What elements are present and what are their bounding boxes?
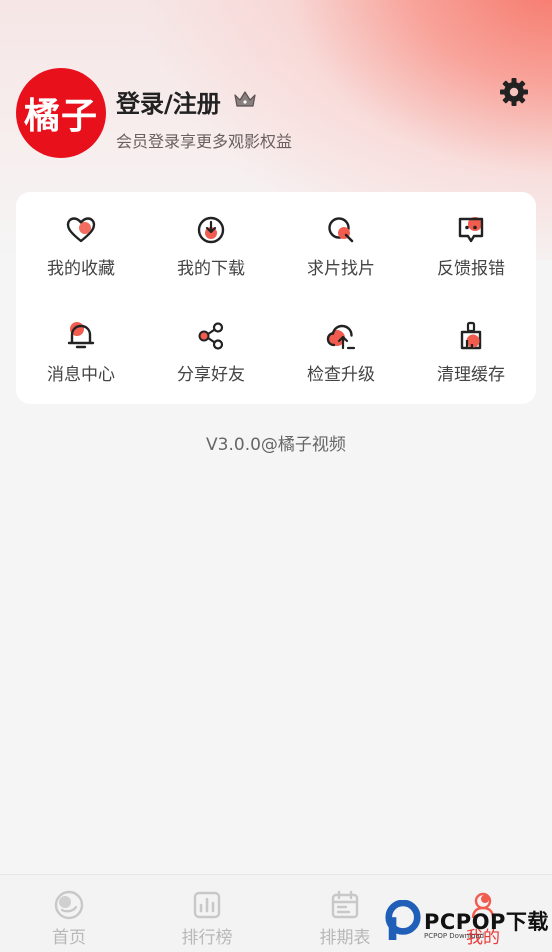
tab-label: 首页 xyxy=(52,928,86,948)
heart-icon xyxy=(66,217,96,243)
tab-ranking[interactable]: 排行榜 xyxy=(138,875,276,952)
upgrade-icon xyxy=(326,324,356,350)
gear-icon[interactable] xyxy=(498,76,530,108)
login-register-link[interactable]: 登录/注册 xyxy=(116,84,221,119)
ranking-icon xyxy=(193,891,221,919)
menu-card: 我的收藏 我的下载 求片找片 反馈报错 消息中心 分享好友 检查升级 清理缓存 xyxy=(16,192,536,404)
menu-item-messages[interactable]: 消息中心 xyxy=(16,320,146,400)
menu-item-upgrade[interactable]: 检查升级 xyxy=(276,320,406,400)
tab-label: 排行榜 xyxy=(181,928,233,948)
menu-item-request[interactable]: 求片找片 xyxy=(276,214,406,294)
menu-item-label: 我的下载 xyxy=(177,259,245,279)
crown-icon xyxy=(234,91,256,107)
member-subtitle: 会员登录享更多观影权益 xyxy=(116,132,293,151)
watermark: PCPOP下载 PCPOP Download xyxy=(384,898,552,948)
watermark-sub: PCPOP Download xyxy=(424,932,485,940)
menu-item-label: 清理缓存 xyxy=(437,365,505,385)
home-icon xyxy=(54,890,84,920)
tab-home[interactable]: 首页 xyxy=(0,875,138,952)
search-icon xyxy=(328,217,354,243)
menu-item-label: 检查升级 xyxy=(307,365,375,385)
feedback-icon xyxy=(458,217,484,243)
menu-item-label: 反馈报错 xyxy=(437,259,505,279)
calendar-icon xyxy=(331,890,359,919)
download-icon xyxy=(197,216,225,244)
menu-item-feedback[interactable]: 反馈报错 xyxy=(406,214,536,294)
menu-item-share[interactable]: 分享好友 xyxy=(146,320,276,400)
tab-label: 排期表 xyxy=(319,928,371,948)
menu-item-label: 求片找片 xyxy=(307,259,375,279)
avatar[interactable]: 橘子 xyxy=(16,68,106,158)
menu-item-clear-cache[interactable]: 清理缓存 xyxy=(406,320,536,400)
watermark-logo-icon xyxy=(385,900,421,940)
menu-item-label: 分享好友 xyxy=(177,365,245,385)
avatar-text: 橘子 xyxy=(23,96,98,137)
menu-item-favorites[interactable]: 我的收藏 xyxy=(16,214,146,294)
broom-icon xyxy=(460,321,482,350)
menu-item-label: 我的收藏 xyxy=(47,259,115,279)
menu-item-downloads[interactable]: 我的下载 xyxy=(146,214,276,294)
bell-icon xyxy=(67,322,95,349)
menu-item-label: 消息中心 xyxy=(47,365,115,385)
version-text: V3.0.0@橘子视频 xyxy=(206,435,346,455)
share-icon xyxy=(198,322,224,350)
